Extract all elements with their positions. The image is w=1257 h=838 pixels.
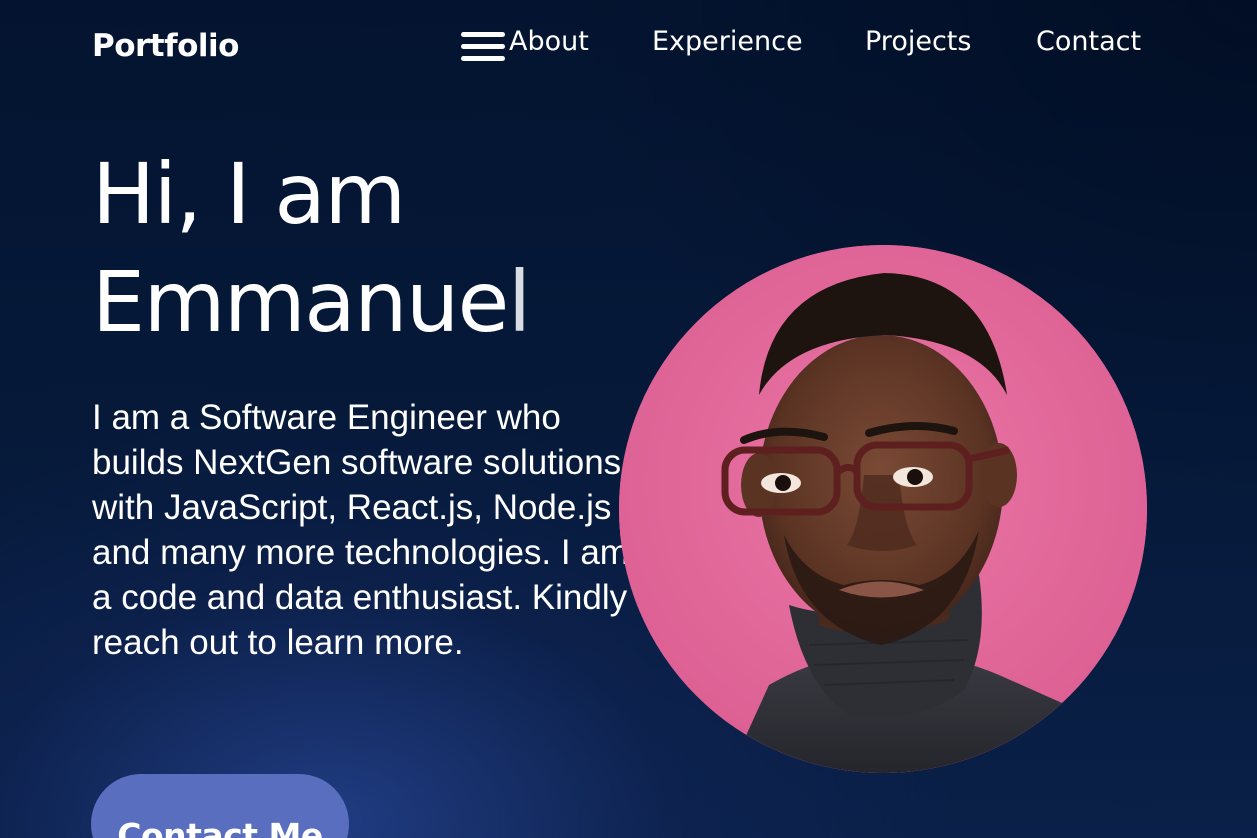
hamburger-menu-icon[interactable] [461,31,507,63]
contact-me-button[interactable]: Contact Me [91,774,349,838]
menu-bar-top [461,32,505,37]
site-logo[interactable]: Portfolio [92,28,239,64]
hero-description: I am a Software Engineer who builds Next… [92,398,629,662]
hero-title: Hi, I am Emmanuel [92,140,531,356]
nav-link-contact[interactable]: Contact [1036,26,1141,57]
hero-title-name: Emmanue [92,253,509,351]
menu-bar-middle [461,44,505,49]
nav-link-projects[interactable]: Projects [865,26,971,57]
menu-bar-bottom [461,56,505,61]
hero-title-name-tail: l [507,253,531,351]
hero-title-line-1: Hi, I am [92,145,406,243]
avatar [619,245,1147,773]
nav-link-experience[interactable]: Experience [652,26,803,57]
avatar-portrait-illustration [619,245,1147,773]
nav-link-about[interactable]: About [509,26,589,57]
hero-title-line-2: Emmanuel [92,248,531,356]
